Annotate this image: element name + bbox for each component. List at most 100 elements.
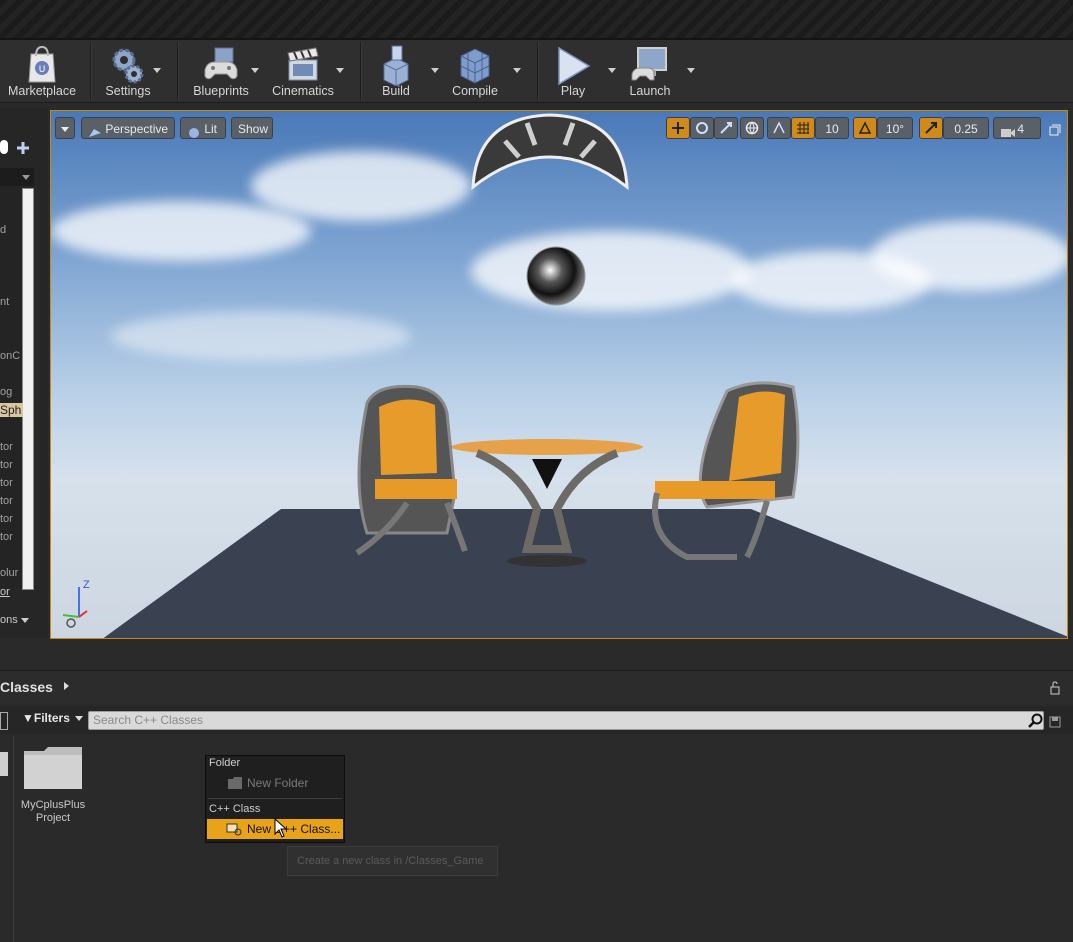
launch-monitor-icon [631,47,667,81]
outliner-item[interactable]: tor [0,531,13,543]
outliner-link[interactable]: or [0,586,10,598]
toolbar-separator [537,42,539,100]
cpp-class-icon [226,823,242,836]
lock-icon[interactable] [1049,680,1061,695]
build-label: Build [382,84,410,98]
build-cubes-icon [383,45,409,86]
sources-panel-edge [0,752,8,776]
path-chevron-right-icon[interactable] [64,682,69,690]
menu-section-folder: Folder [209,757,241,769]
rotation-snap-value[interactable]: 10° [877,117,913,139]
launch-button[interactable]: Launch [622,40,678,102]
translate-mode-icon[interactable] [666,117,690,139]
chevron-down-icon [61,127,69,133]
main-toolbar: U Marketplace Settings Blueprints Cinema… [0,40,1073,103]
outliner-header [0,168,34,186]
outliner-scrollbar[interactable] [22,188,34,590]
new-cpp-class-label: New C++ Class... [247,822,341,836]
sky-cloud [471,231,751,311]
rotation-snap-icon[interactable] [853,117,877,139]
play-dropdown-icon[interactable] [608,68,616,73]
outliner-item[interactable]: d [0,224,6,236]
marketplace-button[interactable]: U Marketplace [4,40,80,102]
rotate-mode-icon[interactable] [690,117,714,139]
cinematics-dropdown-icon[interactable] [336,68,344,73]
camera-speed-value: 4 [1017,122,1025,136]
grid-snap-icon[interactable] [791,117,815,139]
table-mesh[interactable] [447,429,647,569]
scale-mode-icon[interactable] [714,117,738,139]
view-options-button[interactable]: ons [0,614,29,626]
outliner-item[interactable]: tor [0,495,13,507]
outliner-item[interactable]: tor [0,477,13,489]
show-button[interactable]: Show [231,117,273,139]
toolbar-separator [360,42,362,100]
directional-light-gizmo[interactable] [469,111,631,191]
perspective-icon [88,124,102,137]
chair-mesh[interactable] [347,383,477,563]
cinematics-button[interactable]: Cinematics [268,40,338,102]
surface-snapping-icon[interactable] [767,117,791,139]
grid-snap-value[interactable]: 10 [815,117,849,139]
blueprints-button[interactable]: Blueprints [186,40,256,102]
perspective-label: Perspective [105,122,169,136]
folder-item-mycplusplus-project[interactable]: MyCplusPlus Project [19,745,87,825]
sources-toggle-icon[interactable] [0,712,8,730]
camera-speed-button[interactable]: 4 [993,117,1041,139]
launch-dropdown-icon[interactable] [687,68,695,73]
outliner-item[interactable]: onC [0,350,20,362]
compile-dropdown-icon[interactable] [513,68,521,73]
blueprints-label: Blueprints [193,84,249,98]
content-browser-path[interactable]: Classes [0,679,53,695]
search-input[interactable]: Search C++ Classes [88,711,1044,730]
chevron-down-icon [75,716,84,722]
new-folder-menu-item[interactable]: New Folder [207,773,343,793]
chevron-down-icon[interactable] [22,175,30,180]
lit-button[interactable]: Lit [180,117,226,139]
add-actor-icon[interactable] [15,140,31,154]
show-label: Show [238,122,269,136]
chevron-down-icon [20,617,29,623]
axis-z-label: Z [83,579,90,591]
menu-section-cpp-class: C++ Class [209,803,261,815]
new-class-tooltip: Create a new class in /Classes_Game [287,846,498,876]
play-label: Play [560,84,586,98]
save-search-icon[interactable] [1049,713,1061,728]
compile-label: Compile [452,84,498,98]
svg-text:U: U [39,65,46,75]
clapperboard-icon [287,47,319,81]
blueprints-dropdown-icon[interactable] [251,68,259,73]
sky-cloud [111,311,411,361]
scale-snap-value[interactable]: 0.25 [943,117,989,139]
launch-label: Launch [629,84,671,98]
settings-button[interactable]: Settings [96,40,160,102]
content-browser-asset-view[interactable] [13,736,1073,942]
viewport-options-button[interactable] [55,117,75,139]
marketplace-bag-icon: U [28,45,56,83]
outliner-item[interactable]: tor [0,459,13,471]
scale-snap-icon[interactable] [919,117,943,139]
outliner-item-selected[interactable]: Sph [0,403,24,417]
world-coordinates-icon[interactable] [740,117,764,139]
compile-button[interactable]: Compile [446,40,504,102]
filters-button[interactable]: ▼Filters [22,711,84,725]
build-dropdown-icon[interactable] [431,68,439,73]
outliner-item[interactable]: tor [0,441,13,453]
filter-funnel-icon: ▼ [22,711,34,725]
chair-mesh[interactable] [647,377,807,567]
perspective-button[interactable]: Perspective [81,117,175,139]
level-viewport[interactable]: Z Perspective Lit Show 10 10° 0.25 4 [50,110,1068,639]
search-icon[interactable] [1028,713,1044,729]
cinematics-label: Cinematics [272,84,334,98]
settings-dropdown-icon[interactable] [153,68,161,73]
maximize-viewport-icon[interactable] [1049,121,1061,136]
outliner-item[interactable]: nt [0,296,9,308]
sphere-reflection-capture[interactable] [525,245,587,307]
outliner-item[interactable]: og [0,386,12,398]
play-button[interactable]: Play [546,40,600,102]
outliner-item[interactable]: tor [0,513,13,525]
toolbar-separator [90,42,92,100]
outliner-item[interactable]: olur [0,567,18,579]
outliner-filter-icon[interactable] [0,140,8,154]
build-button[interactable]: Build [368,40,424,102]
